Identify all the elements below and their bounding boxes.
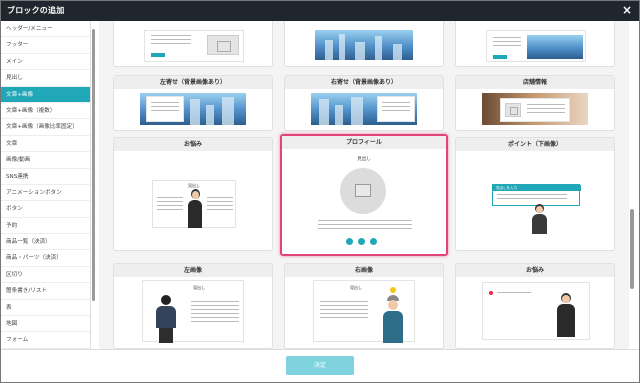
block-card[interactable] — [284, 21, 444, 67]
block-card-title: ポイント（下画像） — [456, 138, 614, 151]
block-card[interactable]: お悩み — [455, 263, 615, 349]
block-preview: 見出し — [152, 180, 236, 228]
close-icon[interactable]: × — [622, 3, 632, 17]
sidebar-item[interactable]: SNS連携 — [1, 169, 90, 185]
preview-heading: 見出し — [350, 285, 362, 290]
sidebar-item[interactable]: 表 — [1, 300, 90, 317]
lightbulb-icon — [390, 287, 396, 293]
block-card[interactable]: 左寄せ（背景画像あり） — [113, 75, 273, 131]
block-card[interactable]: 左画像 見出し — [113, 263, 273, 349]
sidebar-item[interactable]: 地図 — [1, 316, 90, 333]
block-card-title: 左画像 — [114, 264, 272, 277]
block-card[interactable]: 右寄せ（背景画像あり） — [284, 75, 444, 131]
bullet-icon — [489, 291, 493, 295]
sidebar-item[interactable]: 文章+画像（複数） — [1, 103, 90, 120]
sidebar-item[interactable]: ボタン — [1, 201, 90, 218]
block-card[interactable]: ポイント（下画像） 見出しを入力 — [455, 137, 615, 251]
facebook-icon[interactable] — [346, 238, 353, 245]
block-preview — [144, 30, 244, 62]
woman-illustration — [555, 293, 577, 337]
block-preview — [486, 30, 586, 62]
block-preview: 見出し — [142, 280, 244, 343]
woman-illustration — [187, 189, 203, 229]
block-preview: 見出し — [313, 280, 415, 343]
dialog-title: ブロックの追加 — [7, 6, 65, 15]
dialog-footer: 決定 — [1, 349, 639, 382]
block-card-title: 店舗情報 — [456, 76, 614, 89]
block-card-selected[interactable]: プロフィール 見出し — [280, 134, 448, 256]
sidebar-item[interactable]: 見出し — [1, 70, 90, 87]
preview-point-heading: 見出しを入力 — [493, 185, 581, 191]
woman-illustration — [380, 295, 406, 343]
sidebar-item[interactable]: 箇条書き/リスト — [1, 283, 90, 300]
sidebar-item[interactable]: 予約 — [1, 218, 90, 235]
sidebar-item[interactable]: 画像/動画 — [1, 152, 90, 169]
block-gallery: 左寄せ（背景画像あり） 右寄せ（背景画像あり） 店舗情報 お悩み 見出し プロフ… — [99, 21, 629, 349]
block-card-title: 左寄せ（背景画像あり） — [114, 76, 272, 89]
sidebar-item[interactable]: 区切り — [1, 267, 90, 284]
block-preview — [500, 98, 570, 122]
block-card[interactable] — [113, 21, 273, 67]
sidebar-item[interactable]: アニメーションボタン — [1, 185, 90, 202]
dialog-titlebar: ブロックの追加 × — [1, 1, 639, 21]
decide-button[interactable]: 決定 — [286, 356, 354, 375]
sidebar-item-active[interactable]: 文章+画像 — [1, 86, 90, 103]
sidebar-item[interactable]: 商品・パーツ（決済） — [1, 250, 90, 267]
block-card[interactable] — [455, 21, 615, 67]
image-icon — [355, 184, 371, 197]
twitter-icon[interactable] — [358, 238, 365, 245]
block-card-title: 右寄せ（背景画像あり） — [285, 76, 443, 89]
city-image — [315, 30, 413, 60]
sidebar-item[interactable]: ヘッダー/メニュー — [1, 21, 90, 38]
block-preview — [482, 282, 590, 340]
sidebar-item[interactable]: 文章+画像（画像比率固定） — [1, 119, 90, 136]
sidebar-item[interactable]: 文章 — [1, 136, 90, 153]
sidebar-scrollbar[interactable] — [92, 29, 95, 301]
gallery-scrollbar[interactable] — [630, 209, 634, 289]
block-card[interactable]: 右画像 見出し — [284, 263, 444, 349]
sidebar-item[interactable]: メイン — [1, 54, 90, 71]
woman-illustration — [530, 204, 550, 234]
preview-heading: 見出し — [193, 285, 205, 290]
sidebar-item[interactable]: 商品一覧（決済） — [1, 234, 90, 251]
instagram-icon[interactable] — [370, 238, 377, 245]
block-card-title: お悩み — [456, 264, 614, 277]
block-card-title: プロフィール — [282, 136, 446, 149]
preview-heading: 見出し — [357, 157, 371, 162]
block-card-title: 右画像 — [285, 264, 443, 277]
sidebar-item[interactable]: フォーム — [1, 332, 90, 349]
add-block-dialog: ブロックの追加 × ヘッダー/メニュー フッター メイン 見出し 文章+画像 文… — [0, 0, 640, 383]
profile-avatar-placeholder — [340, 168, 386, 214]
block-card-title: お悩み — [114, 138, 272, 151]
block-preview — [146, 96, 184, 122]
block-card[interactable]: お悩み 見出し — [113, 137, 273, 251]
man-illustration — [153, 295, 179, 343]
block-category-sidebar: ヘッダー/メニュー フッター メイン 見出し 文章+画像 文章+画像（複数） 文… — [1, 21, 91, 349]
block-card[interactable]: 店舗情報 — [455, 75, 615, 131]
block-preview: 見出しを入力 — [492, 184, 581, 206]
block-preview — [377, 96, 415, 122]
sidebar-item[interactable]: フッター — [1, 37, 90, 54]
